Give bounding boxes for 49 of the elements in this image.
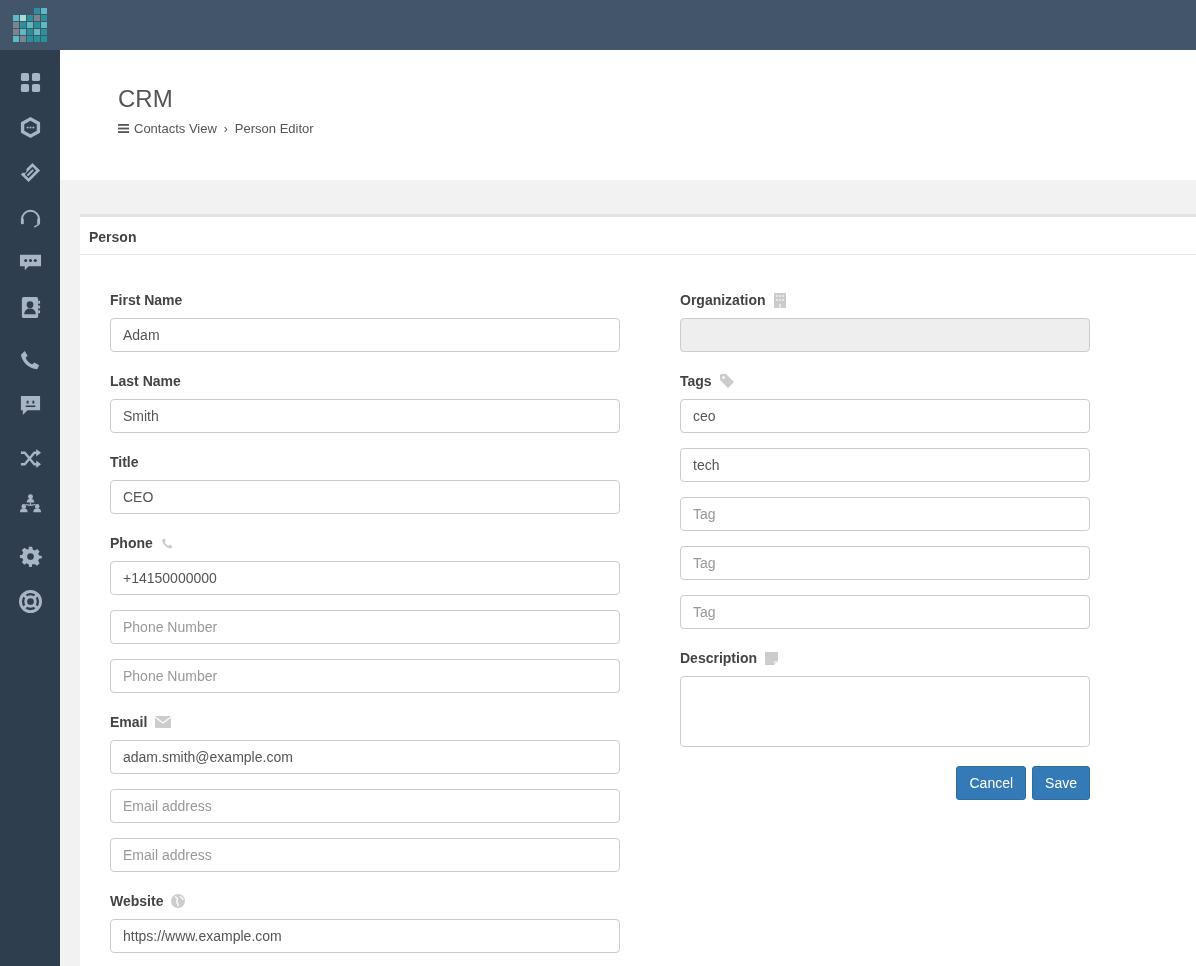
input-field[interactable]: tech bbox=[680, 448, 1090, 482]
settings-icon[interactable] bbox=[18, 545, 42, 568]
description-field[interactable] bbox=[680, 676, 1090, 747]
field-label: Tags bbox=[680, 373, 712, 389]
input-field[interactable]: Tag bbox=[680, 497, 1090, 531]
logo-icon[interactable] bbox=[13, 8, 47, 42]
input-field[interactable]: Email address bbox=[110, 789, 620, 823]
input-field[interactable]: Email address bbox=[110, 838, 620, 872]
people-hierarchy-icon[interactable] bbox=[18, 492, 42, 515]
input-field[interactable]: +14150000000 bbox=[110, 561, 620, 595]
panel-title: Person bbox=[80, 217, 1196, 255]
input-field[interactable]: adam.smith@example.com bbox=[110, 740, 620, 774]
phone-icon[interactable] bbox=[18, 349, 42, 372]
note-icon bbox=[765, 651, 778, 665]
phone-icon bbox=[160, 536, 174, 550]
input-field[interactable]: Smith bbox=[110, 399, 620, 433]
lifebuoy-icon[interactable] bbox=[18, 590, 42, 613]
input-field[interactable]: CEO bbox=[110, 480, 620, 514]
field-label: Description bbox=[680, 650, 757, 666]
field-label: Last Name bbox=[110, 373, 181, 389]
field-label: Email bbox=[110, 714, 148, 730]
tag-icon bbox=[719, 374, 734, 388]
field-label: First Name bbox=[110, 292, 183, 308]
shuffle-icon[interactable] bbox=[18, 447, 42, 470]
form-button[interactable]: Save bbox=[1032, 766, 1090, 800]
breadcrumb-current: Person Editor bbox=[234, 121, 314, 136]
input-field[interactable]: Phone Number bbox=[110, 610, 620, 644]
dashboard-icon[interactable] bbox=[18, 71, 42, 94]
building-icon bbox=[773, 292, 786, 308]
field-label: Phone bbox=[110, 535, 153, 551]
breadcrumb-link[interactable]: Contacts View bbox=[118, 121, 217, 136]
ticket-icon[interactable] bbox=[18, 161, 42, 184]
menu-icon bbox=[118, 124, 129, 133]
breadcrumb-separator: › bbox=[223, 121, 228, 136]
field-label: Website bbox=[110, 893, 164, 909]
input-field[interactable]: https://www.example.com bbox=[110, 919, 620, 953]
input-field[interactable]: Phone Number bbox=[110, 659, 620, 693]
input-field[interactable]: ceo bbox=[680, 399, 1090, 433]
form-button[interactable]: Cancel bbox=[956, 766, 1027, 800]
hexagon-chat-icon[interactable] bbox=[18, 116, 42, 139]
field-label: Title bbox=[110, 454, 139, 470]
input-field[interactable]: Adam bbox=[110, 318, 620, 352]
field-label: Organization bbox=[680, 292, 766, 308]
envelope-icon bbox=[155, 716, 172, 728]
page-title: CRM bbox=[118, 85, 174, 113]
globe-icon bbox=[171, 894, 186, 908]
input-field[interactable]: Tag bbox=[680, 595, 1090, 629]
feedback-icon[interactable] bbox=[18, 394, 42, 417]
input-field[interactable]: Tag bbox=[680, 546, 1090, 580]
